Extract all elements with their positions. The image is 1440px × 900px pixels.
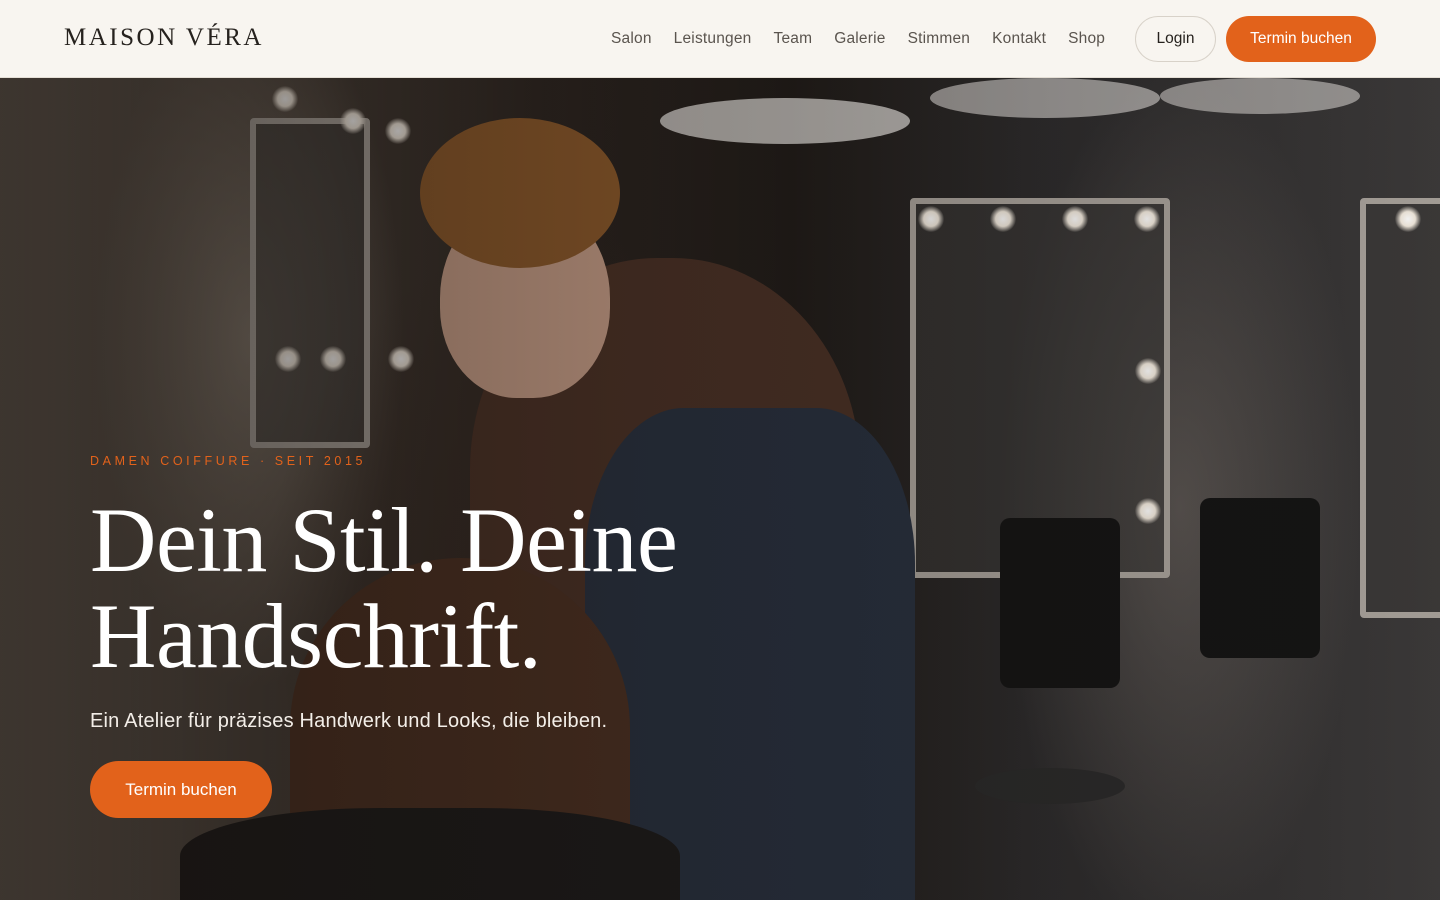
nav-item-stimmen[interactable]: Stimmen [908,30,971,48]
nav-item-team[interactable]: Team [774,30,813,48]
nav-item-kontakt[interactable]: Kontakt [992,30,1046,48]
book-appointment-hero-button[interactable]: Termin buchen [90,761,272,818]
nav-item-leistungen[interactable]: Leistungen [674,30,752,48]
site-header: MAISON VÉRA Salon Leistungen Team Galeri… [0,0,1440,78]
nav-item-galerie[interactable]: Galerie [834,30,885,48]
brand-logo[interactable]: MAISON VÉRA [64,24,264,52]
login-button[interactable]: Login [1135,16,1216,62]
hero-content: DAMEN COIFFURE · SEIT 2015 Dein Stil. De… [90,454,850,818]
hero-section: DAMEN COIFFURE · SEIT 2015 Dein Stil. De… [0,78,1440,900]
nav-item-salon[interactable]: Salon [611,30,652,48]
hero-headline-line-1: Dein Stil. Deine [90,489,678,591]
hero-headline-line-2: Handschrift. [90,585,542,687]
book-appointment-header-button[interactable]: Termin buchen [1226,16,1376,62]
hero-subline: Ein Atelier für präzises Handwerk und Lo… [90,710,608,732]
nav-item-shop[interactable]: Shop [1068,30,1105,48]
hero-eyebrow: DAMEN COIFFURE · SEIT 2015 [90,454,367,468]
hero-headline: Dein Stil. Deine Handschrift. [90,492,850,684]
main-nav: Salon Leistungen Team Galerie Stimmen Ko… [600,0,1116,78]
